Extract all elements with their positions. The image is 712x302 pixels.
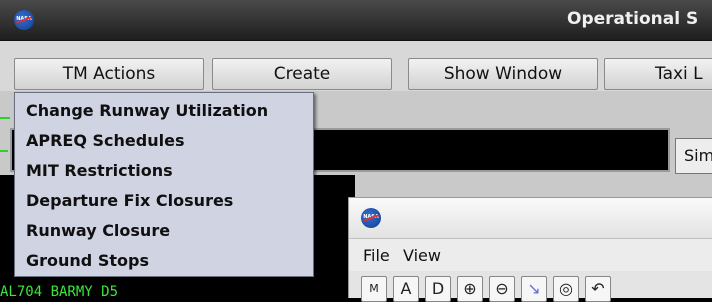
menu-item-mit-restrictions[interactable]: MIT Restrictions	[26, 160, 311, 182]
sub-window-toolbar: M A D ⊕ ⊖ ↘ ◎ ↶	[349, 271, 712, 302]
view-menu[interactable]: View	[403, 246, 441, 265]
sub-window-titlebar[interactable]: NASA	[349, 198, 712, 239]
menu-item-apreq-schedules[interactable]: APREQ Schedules	[26, 130, 311, 152]
menu-item-runway-closure[interactable]: Runway Closure	[26, 220, 311, 242]
rotate-icon[interactable]: ↶	[585, 276, 611, 302]
tm-actions-menu: Change Runway Utilization APREQ Schedule…	[14, 92, 314, 277]
tm-actions-button[interactable]: TM Actions	[14, 58, 204, 90]
target-icon[interactable]: ◎	[553, 276, 579, 302]
sub-window-menubar: File View	[349, 239, 712, 271]
menu-item-departure-fix-closures[interactable]: Departure Fix Closures	[26, 190, 311, 212]
show-window-button[interactable]: Show Window	[408, 58, 598, 90]
scope-track-line	[0, 150, 8, 152]
map-select-icon[interactable]: M	[361, 276, 387, 302]
sim-field: Sim	[675, 138, 712, 174]
nasa-logo-icon: NASA	[361, 208, 381, 228]
zoom-out-icon[interactable]: ⊖	[489, 276, 515, 302]
letter-d-icon[interactable]: D	[425, 276, 451, 302]
menu-item-change-runway-utilization[interactable]: Change Runway Utilization	[26, 100, 311, 122]
file-menu[interactable]: File	[363, 246, 390, 265]
flight-data-tag[interactable]: AL704 BARMY D5	[0, 284, 118, 300]
window-title: Operational S	[567, 9, 699, 29]
menu-item-ground-stops[interactable]: Ground Stops	[26, 250, 311, 272]
sub-window: NASA File View M A D ⊕ ⊖ ↘ ◎ ↶	[348, 197, 712, 302]
route-icon[interactable]: ↘	[521, 276, 547, 302]
main-toolbar: TM Actions Create Show Window Taxi L	[0, 41, 712, 91]
taxi-button[interactable]: Taxi L	[604, 58, 712, 90]
letter-a-icon[interactable]: A	[393, 276, 419, 302]
zoom-in-icon[interactable]: ⊕	[457, 276, 483, 302]
window-titlebar: NASA Operational S	[0, 0, 712, 41]
create-button[interactable]: Create	[212, 58, 392, 90]
nasa-logo-icon: NASA	[14, 10, 34, 30]
scope-track-line	[0, 117, 10, 119]
